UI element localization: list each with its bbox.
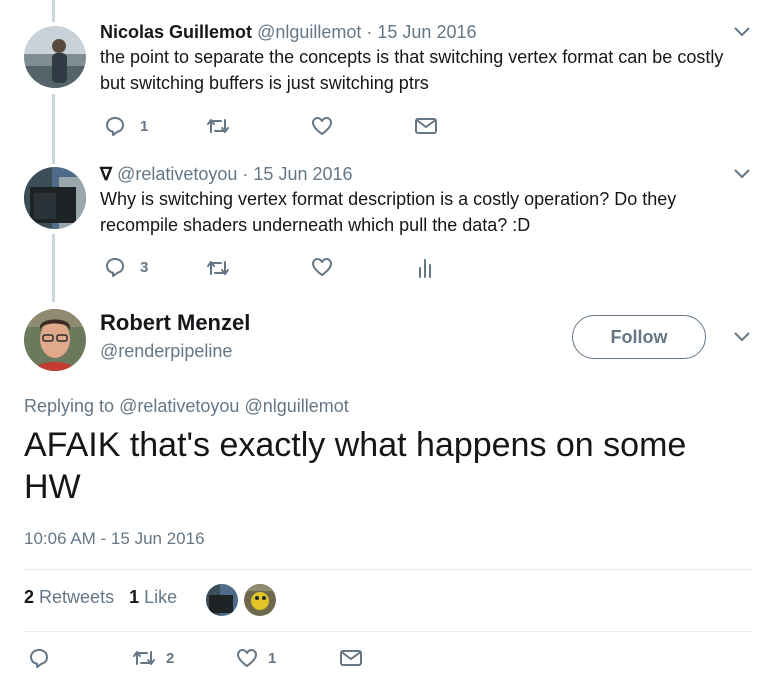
retweet-icon — [207, 119, 229, 133]
retweet-stat[interactable]: 2 Retweets — [24, 587, 119, 607]
thread-line — [52, 234, 55, 302]
heart-icon — [312, 258, 332, 276]
reply-icon — [106, 258, 124, 277]
thread-line — [52, 94, 55, 164]
follow-button[interactable]: Follow — [572, 315, 706, 359]
avatar[interactable] — [24, 26, 86, 88]
retweet-icon — [207, 261, 229, 275]
reply-icon — [106, 117, 124, 136]
display-name[interactable]: ∇ — [100, 164, 112, 184]
reply-count: 1 — [140, 117, 149, 135]
avatar[interactable] — [24, 167, 86, 229]
heart-icon — [237, 649, 257, 667]
like-action[interactable] — [311, 115, 333, 137]
tweet-header: Nicolas Guillemot @nlguillemot · 15 Jun … — [100, 20, 477, 44]
user-handle[interactable]: @renderpipeline — [100, 339, 232, 363]
analytics-action[interactable] — [418, 258, 434, 278]
engager-avatar[interactable] — [206, 584, 238, 616]
retweet-stat-count: 2 — [24, 587, 35, 607]
divider — [24, 569, 752, 570]
reply-icon — [30, 649, 48, 668]
tweet-text: Why is switching vertex format descripti… — [100, 189, 677, 235]
user-handle[interactable]: @relativetoyou — [117, 164, 237, 184]
mail-icon — [415, 118, 437, 134]
message-action[interactable] — [340, 648, 362, 668]
tweet-stats: 2 Retweets 1 Like — [24, 585, 177, 609]
heart-icon — [312, 117, 332, 135]
reply-action[interactable] — [28, 647, 50, 669]
tweet-timestamp[interactable]: 10:06 AM - 15 Jun 2016 — [24, 527, 205, 551]
divider — [24, 631, 752, 632]
main-tweet-text: AFAIK that's exactly what happens on som… — [24, 426, 687, 506]
retweet-stat-label: Retweets — [39, 587, 115, 607]
like-action[interactable]: 1 — [236, 647, 276, 669]
display-name[interactable]: Nicolas Guillemot — [100, 22, 252, 42]
display-name[interactable]: Robert Menzel — [100, 309, 250, 337]
reply-action[interactable]: 1 — [104, 115, 148, 137]
retweet-count: 2 — [166, 649, 175, 667]
like-count: 1 — [268, 649, 277, 667]
tweet-date[interactable]: · 15 Jun 2016 — [242, 164, 352, 184]
engager-avatar[interactable] — [244, 584, 276, 616]
thread-line — [52, 0, 55, 22]
tweet-text: the point to separate the concepts is th… — [100, 47, 724, 93]
chevron-down-icon[interactable] — [734, 332, 750, 342]
analytics-icon — [419, 259, 431, 278]
message-action[interactable] — [415, 116, 437, 136]
chevron-down-icon[interactable] — [734, 169, 750, 179]
reply-action[interactable]: 3 — [104, 256, 148, 278]
like-stat-count: 1 — [129, 587, 140, 607]
retweet-action[interactable]: 2 — [132, 648, 174, 668]
user-handle[interactable]: @nlguillemot — [257, 22, 361, 42]
avatar[interactable] — [24, 309, 86, 371]
reply-mention[interactable]: @relativetoyou — [119, 396, 239, 416]
tweet-header: ∇ @relativetoyou · 15 Jun 2016 — [100, 162, 353, 186]
replying-to: Replying to @relativetoyou @nlguillemot — [24, 394, 349, 418]
retweet-action[interactable] — [206, 258, 230, 278]
retweet-action[interactable] — [206, 116, 230, 136]
like-stat[interactable]: 1 Like — [129, 587, 177, 607]
like-stat-label: Like — [144, 587, 178, 607]
retweet-icon — [133, 651, 155, 665]
tweet-date[interactable]: · 15 Jun 2016 — [366, 22, 476, 42]
chevron-down-icon[interactable] — [734, 27, 750, 37]
replying-prefix: Replying to — [24, 396, 115, 416]
reply-count: 3 — [140, 258, 149, 276]
like-action[interactable] — [311, 256, 333, 278]
reply-mention[interactable]: @nlguillemot — [244, 396, 348, 416]
mail-icon — [340, 650, 362, 666]
